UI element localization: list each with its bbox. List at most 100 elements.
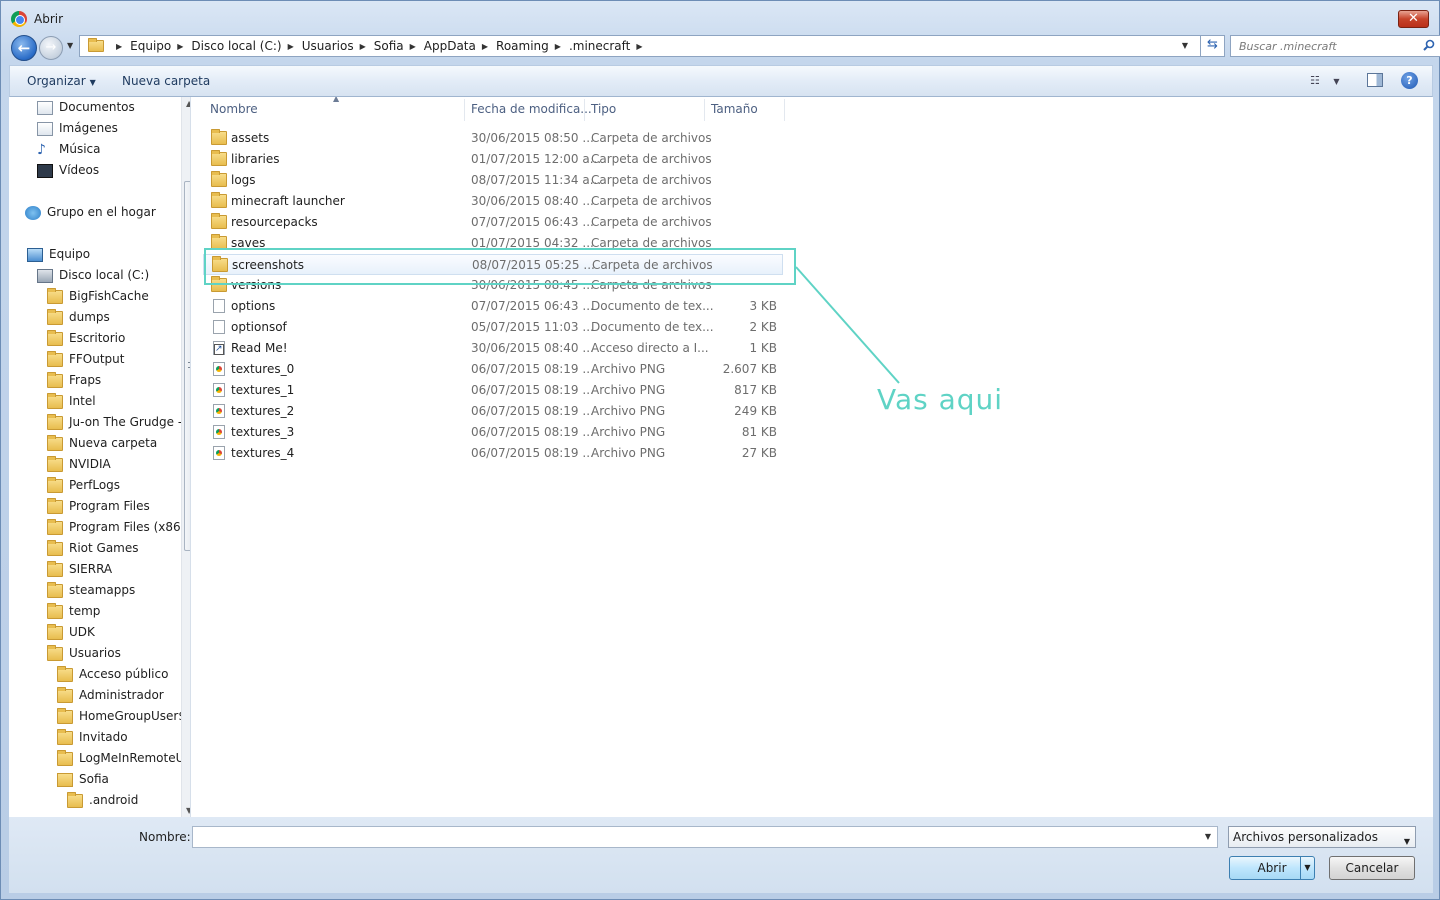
nav-item[interactable]: ♪ Música <box>37 139 101 160</box>
nav-item[interactable]: LogMeInRemoteU <box>57 748 184 769</box>
file-date: 06/07/2015 08:19 ... <box>471 446 594 460</box>
nav-item[interactable]: Fraps <box>47 370 101 391</box>
nav-item[interactable]: Invitado <box>57 727 128 748</box>
nav-item-label: FFOutput <box>69 352 125 366</box>
nav-item[interactable]: Usuarios <box>47 643 121 664</box>
nav-item[interactable]: Grupo en el hogar <box>25 202 156 223</box>
search-input[interactable] <box>1231 36 1411 56</box>
history-dropdown-icon[interactable]: ▼ <box>67 41 73 50</box>
close-button[interactable]: ✕ <box>1398 10 1429 28</box>
chevron-right-icon[interactable]: ▶ <box>360 42 366 51</box>
nav-item[interactable]: SIERRA <box>47 559 112 580</box>
nav-item[interactable]: Program Files <box>47 496 150 517</box>
nav-item[interactable]: NVIDIA <box>47 454 111 475</box>
file-row[interactable]: optionsof 05/07/2015 11:03 ... Documento d… <box>203 317 783 338</box>
nav-item-label: Administrador <box>79 688 164 702</box>
nav-item[interactable]: Intel <box>47 391 96 412</box>
nav-item[interactable]: Riot Games <box>47 538 139 559</box>
nav-scrollbar[interactable]: ▲ ▼ <box>181 97 190 817</box>
file-row[interactable]: resourcepacks 07/07/2015 06:43 ... Carpeta… <box>203 212 783 233</box>
cancel-button[interactable]: Cancelar <box>1329 856 1415 880</box>
breadcrumb-item[interactable]: .minecraft <box>569 39 630 53</box>
chevron-down-icon[interactable]: ▼ <box>1205 832 1211 841</box>
chevron-right-icon[interactable]: ▶ <box>116 42 122 51</box>
file-row[interactable]: textures_1 06/07/2015 08:19 ... Archivo PN… <box>203 380 783 401</box>
file-size: 817 KB <box>734 383 777 397</box>
column-header-type[interactable]: Tipo <box>591 102 616 122</box>
nav-item[interactable]: Nueva carpeta <box>47 433 157 454</box>
organize-button[interactable]: Organizar ▼ <box>27 74 96 88</box>
png-file-icon <box>213 362 225 376</box>
nav-item[interactable]: Imágenes <box>37 118 118 139</box>
breadcrumb-item[interactable]: Usuarios <box>302 39 354 53</box>
column-header-date[interactable]: Fecha de modifica... <box>471 102 592 122</box>
file-row[interactable]: textures_4 06/07/2015 08:19 ... Archivo PN… <box>203 443 783 464</box>
nav-item[interactable]: Equipo <box>27 244 90 265</box>
nav-item[interactable]: Escritorio <box>47 328 125 349</box>
nav-item[interactable]: FFOutput <box>47 349 125 370</box>
nav-item[interactable]: Administrador <box>57 685 164 706</box>
drive-icon <box>37 268 53 283</box>
nav-item[interactable]: UDK <box>47 622 95 643</box>
nav-item[interactable]: .android <box>67 790 138 811</box>
breadcrumb-item[interactable]: Equipo <box>130 39 171 53</box>
chevron-right-icon[interactable]: ▶ <box>555 42 561 51</box>
column-header-name[interactable]: Nombre <box>210 102 258 122</box>
file-row[interactable]: textures_3 06/07/2015 08:19 ... Archivo PN… <box>203 422 783 443</box>
column-divider[interactable] <box>464 99 465 121</box>
file-row[interactable]: libraries 01/07/2015 12:00 a... Carpeta de… <box>203 149 783 170</box>
column-divider[interactable] <box>784 99 785 121</box>
change-view-button[interactable]: ☷ ▼ <box>1310 74 1344 90</box>
chevron-right-icon[interactable]: ▶ <box>482 42 488 51</box>
forward-button[interactable]: → <box>39 36 63 60</box>
folder-icon <box>211 192 227 208</box>
nav-item[interactable]: dumps <box>47 307 110 328</box>
chevron-right-icon[interactable]: ▶ <box>288 42 294 51</box>
file-row[interactable]: assets 30/06/2015 08:50 ... Carpeta de arc… <box>203 128 783 149</box>
chevron-down-icon[interactable]: ▼ <box>1182 41 1188 50</box>
nav-item[interactable]: BigFishCache <box>47 286 149 307</box>
nav-item[interactable]: steamapps <box>47 580 135 601</box>
address-bar[interactable]: ▶ Equipo ▶ Disco local (C:) ▶ Usuarios ▶ Sofia ▶… <box>79 35 1225 57</box>
column-header-size[interactable]: Tamaño <box>711 102 758 122</box>
open-split-dropdown-icon[interactable]: ▼ <box>1300 857 1314 879</box>
nav-item[interactable]: Vídeos <box>37 160 99 181</box>
nav-item[interactable]: temp <box>47 601 100 622</box>
back-button[interactable]: ← <box>11 35 37 61</box>
file-row[interactable]: logs 08/07/2015 11:34 a... Carpeta de arch… <box>203 170 783 191</box>
nav-item-label: HomeGroupUser$ <box>79 709 186 723</box>
folder-icon <box>47 350 63 367</box>
nav-item[interactable]: Sofia <box>57 769 109 790</box>
column-divider[interactable] <box>584 99 585 121</box>
file-row[interactable]: minecraft launcher 30/06/2015 08:40 ... Ca… <box>203 191 783 212</box>
file-row[interactable]: options 07/07/2015 06:43 ... Documento de … <box>203 296 783 317</box>
breadcrumb-item[interactable]: AppData <box>424 39 476 53</box>
breadcrumb-item[interactable]: Disco local (C:) <box>191 39 281 53</box>
chevron-right-icon[interactable]: ▶ <box>410 42 416 51</box>
help-button[interactable]: ? <box>1401 72 1418 89</box>
filename-field[interactable]: ▼ <box>192 826 1218 848</box>
nav-item[interactable]: Documentos <box>37 97 135 118</box>
nav-item[interactable]: PerfLogs <box>47 475 120 496</box>
open-button[interactable]: Abrir ▼ <box>1229 856 1315 880</box>
scroll-thumb[interactable] <box>184 181 190 551</box>
file-row[interactable]: Read Me! 30/06/2015 08:40 ...Acceso direc… <box>203 338 783 359</box>
new-folder-button[interactable]: Nueva carpeta <box>122 74 210 88</box>
breadcrumb-item[interactable]: Roaming <box>496 39 549 53</box>
refresh-button[interactable]: ⇆ <box>1200 35 1224 57</box>
nav-item-label: UDK <box>69 625 95 639</box>
file-row[interactable]: textures_0 06/07/2015 08:19 ... Archivo PN… <box>203 359 783 380</box>
filetype-select[interactable]: Archivos personalizados ▼ <box>1228 826 1416 848</box>
column-divider[interactable] <box>704 99 705 121</box>
search-icon[interactable] <box>1423 39 1435 51</box>
nav-item[interactable]: Disco local (C:) <box>37 265 149 286</box>
file-row[interactable]: textures_2 06/07/2015 08:19 ... Archivo PN… <box>203 401 783 422</box>
breadcrumb-item[interactable]: Sofia <box>374 39 404 53</box>
chevron-right-icon[interactable]: ▶ <box>636 42 642 51</box>
chevron-right-icon[interactable]: ▶ <box>177 42 183 51</box>
nav-item[interactable]: Acceso público <box>57 664 168 685</box>
preview-pane-button[interactable] <box>1367 73 1383 87</box>
nav-item[interactable]: Ju-on The Grudge - <box>47 412 182 433</box>
nav-item[interactable]: Program Files (x86) <box>47 517 185 538</box>
nav-item[interactable]: HomeGroupUser$ <box>57 706 186 727</box>
